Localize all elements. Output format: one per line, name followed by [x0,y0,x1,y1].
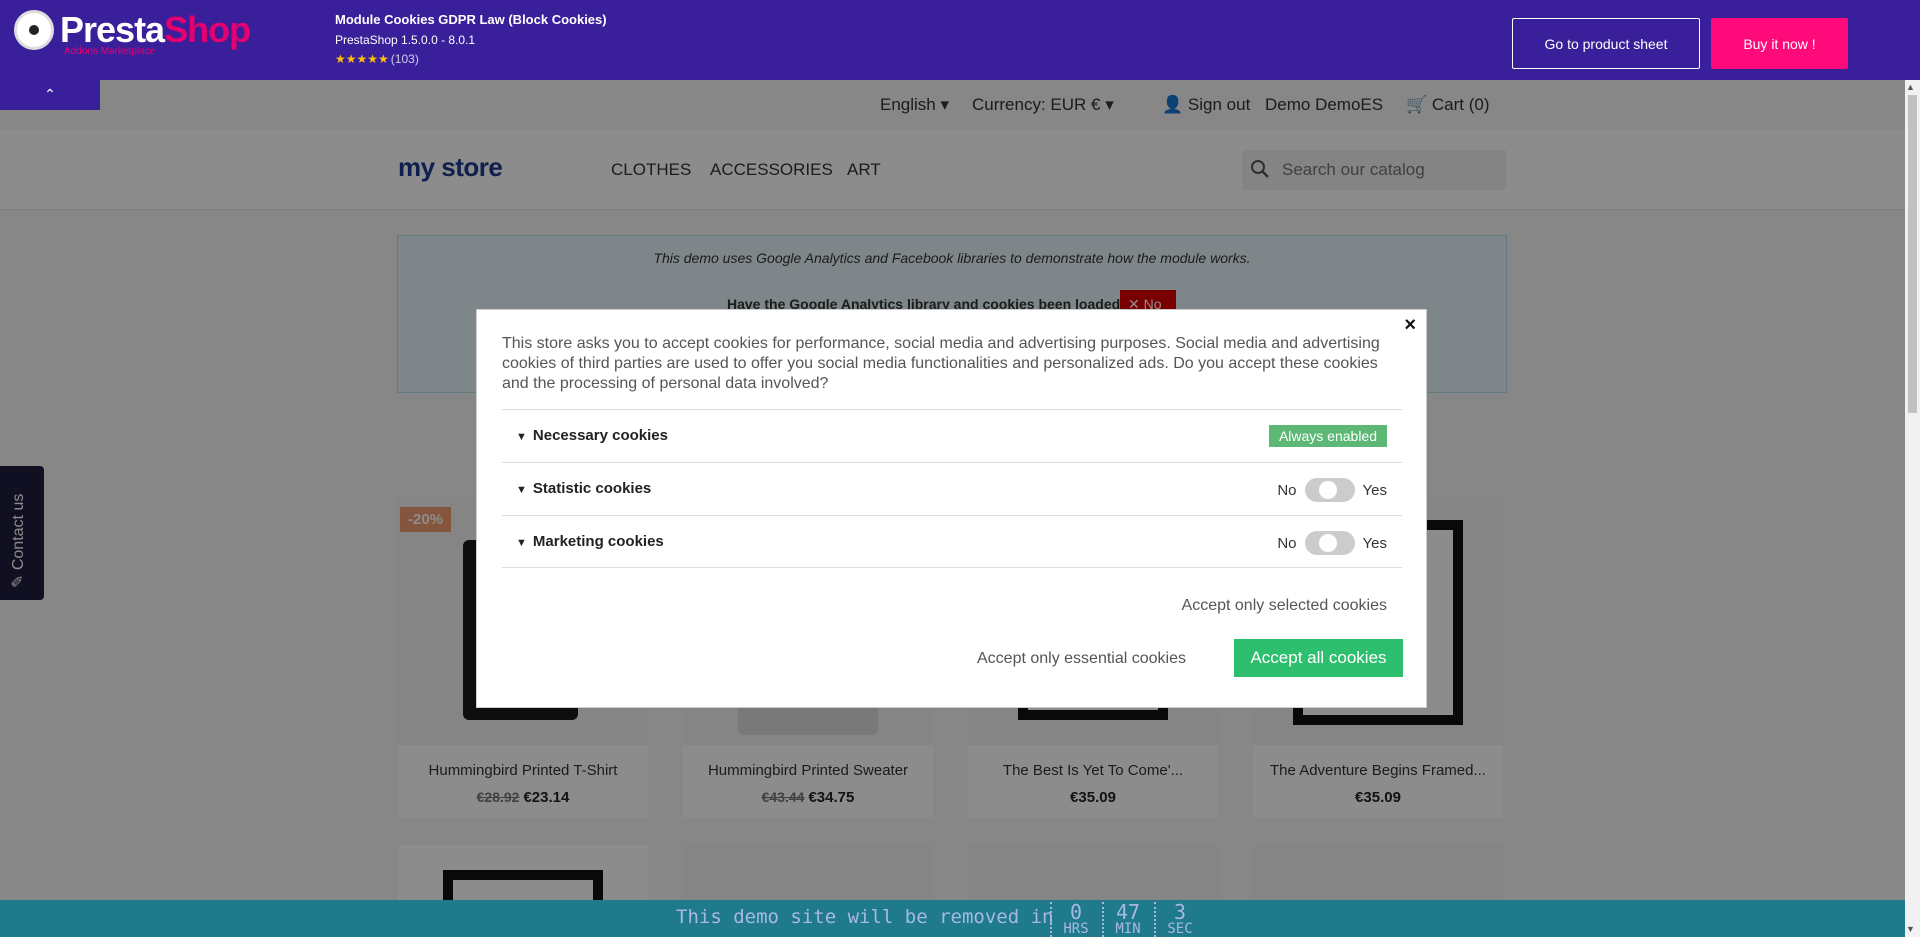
scroll-up-arrow-icon[interactable]: ▲ [1906,82,1915,92]
prestashop-logo[interactable]: PrestaShop [14,9,251,50]
chevron-down-icon: ▼ [516,484,527,496]
statistic-toggle-group: No Yes [1277,478,1387,502]
marketing-toggle-group: No Yes [1277,531,1387,555]
demo-removal-banner: This demo site will be removed in 0 HRS 4… [0,900,1905,937]
scrollbar-thumb[interactable] [1908,95,1917,413]
chevron-up-icon: ⌃ [44,86,56,102]
cookie-category-statistic[interactable]: ▼ Statistic cookies No Yes [502,462,1402,515]
scroll-down-arrow-icon[interactable]: ▼ [1906,924,1915,934]
timer-minutes: 47 MIN [1102,902,1152,937]
timer-seconds: 3 SEC [1154,902,1204,937]
module-rating: ★★★★★ (103) [335,52,607,66]
cookie-category-necessary[interactable]: ▼ Necessary cookies Always enabled [502,409,1402,462]
chevron-down-icon: ▼ [516,431,527,443]
cookie-category-label[interactable]: ▼ Marketing cookies [516,533,664,550]
accept-essential-cookies-button[interactable]: Accept only essential cookies [977,650,1186,668]
module-version: PrestaShop 1.5.0.0 - 8.0.1 [335,33,476,47]
puffin-logo-icon [14,10,54,50]
brand-name: PrestaShop [60,9,251,50]
toggle-no-label: No [1277,481,1297,499]
always-enabled-badge: Always enabled [1268,425,1387,447]
addons-top-bar: PrestaShop Addons Marketplace Module Coo… [0,0,1920,80]
cookie-category-label[interactable]: ▼ Necessary cookies [516,427,668,444]
chevron-down-icon: ▼ [516,537,527,549]
cookie-consent-modal: × This store asks you to accept cookies … [476,309,1427,708]
cookie-consent-text: This store asks you to accept cookies fo… [502,335,1380,392]
toggle-yes-label: Yes [1362,481,1387,499]
statistic-cookies-toggle[interactable] [1304,478,1355,502]
collapse-bar-button[interactable]: ⌃ [0,80,100,110]
marketing-cookies-toggle[interactable] [1304,531,1355,555]
timer-hours: 0 HRS [1050,902,1100,937]
cookie-category-label[interactable]: ▼ Statistic cookies [516,480,651,497]
close-icon[interactable]: × [1404,314,1416,337]
module-info: Module Cookies GDPR Law (Block Cookies) … [335,12,607,66]
module-title: Module Cookies GDPR Law (Block Cookies) [335,12,607,27]
accept-selected-cookies-button[interactable]: Accept only selected cookies [1182,597,1387,615]
toggle-yes-label: Yes [1362,534,1387,552]
go-to-product-sheet-button[interactable]: Go to product sheet [1512,18,1700,69]
cookie-category-marketing[interactable]: ▼ Marketing cookies No Yes [502,515,1402,568]
rating-count: (103) [390,52,419,66]
toggle-no-label: No [1277,534,1297,552]
banner-text: This demo site will be removed in [676,906,1054,928]
rating-stars-icon: ★★★★★ [335,52,389,66]
accept-all-cookies-button[interactable]: Accept all cookies [1234,639,1403,677]
brand-subtitle: Addons Marketplace [64,46,156,57]
buy-it-now-button[interactable]: Buy it now ! [1711,18,1848,69]
